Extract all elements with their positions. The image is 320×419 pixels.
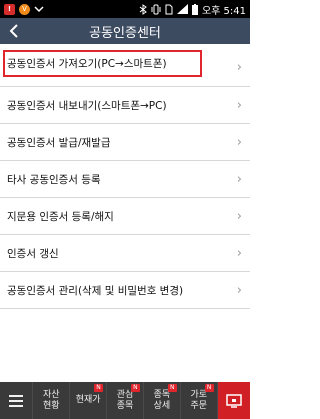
screen-lock-icon (226, 393, 242, 408)
nav-item-assets[interactable]: 자산 현황 (33, 382, 71, 419)
chevron-right-icon: › (236, 245, 242, 261)
nav-item-label: 상세 (153, 400, 171, 411)
nav-item-stock-detail[interactable]: N 종목 상세 (144, 382, 181, 419)
new-badge: N (130, 384, 140, 392)
battery-icon (191, 3, 198, 15)
vibrate-icon (151, 4, 161, 15)
nav-item-landscape-order[interactable]: N 가로 주문 (181, 382, 218, 419)
status-time: 오후 5:41 (201, 5, 246, 17)
menu-item-label: 지문용 인증서 등록/해지 (7, 210, 114, 223)
nav-item-watchlist[interactable]: N 관심 종목 (107, 382, 144, 419)
menu-item-label: 공동인증서 발급/재발급 (7, 136, 111, 149)
menu-item-label: 인증서 갱신 (7, 247, 59, 260)
nav-item-label: 현황 (42, 400, 60, 411)
status-bar: ! V 오후 5:41 (0, 0, 250, 18)
bluetooth-icon (139, 3, 147, 15)
status-right: 오후 5:41 (139, 2, 246, 17)
chevron-left-icon (9, 24, 18, 38)
menu-item-label: 공동인증서 내보내기(스마트폰→PC) (7, 99, 167, 112)
certificate-menu-list: 공동인증서 가져오기(PC→스마트폰) › 공동인증서 내보내기(스마트폰→PC… (0, 48, 250, 309)
menu-item-issue-certificate[interactable]: 공동인증서 발급/재발급 › (0, 124, 250, 161)
menu-item-renew-certificate[interactable]: 인증서 갱신 › (0, 235, 250, 272)
nav-item-label: 자산 (42, 389, 60, 400)
expand-down-icon (34, 4, 44, 14)
bottom-nav: 자산 현황 N 현재가 N 관심 종목 N 종목 상세 N 가로 주문 (0, 382, 250, 419)
status-left: ! V (4, 3, 44, 15)
chevron-right-icon: › (236, 97, 242, 113)
nav-item-label: 주문 (190, 400, 208, 411)
menu-item-register-other-certificate[interactable]: 타사 공동인증서 등록 › (0, 161, 250, 198)
page-title: 공동인증센터 (89, 25, 161, 41)
hamburger-icon (9, 392, 24, 410)
chevron-right-icon: › (236, 134, 242, 150)
menu-row-import-certificate: 공동인증서 가져오기(PC→스마트폰) › (0, 50, 250, 87)
menu-item-import-certificate[interactable]: 공동인증서 가져오기(PC→스마트폰) (3, 50, 202, 77)
nav-item-current-price[interactable]: N 현재가 (70, 382, 108, 419)
nav-menu-button[interactable] (0, 382, 34, 419)
menu-item-manage-certificate[interactable]: 공동인증서 관리(삭제 및 비밀번호 변경) › (0, 272, 250, 309)
menu-item-label: 공동인증서 관리(삭제 및 비밀번호 변경) (7, 284, 184, 297)
chevron-right-icon: › (236, 208, 242, 224)
menu-item-export-certificate[interactable]: 공동인증서 내보내기(스마트폰→PC) › (0, 87, 250, 124)
new-badge: N (94, 384, 104, 392)
new-badge: N (167, 384, 177, 392)
chevron-right-icon: › (236, 171, 242, 187)
menu-item-label: 공동인증서 가져오기(PC→스마트폰) (7, 58, 167, 70)
warning-badge-icon: ! (4, 3, 15, 15)
nav-screen-lock-button[interactable] (217, 382, 250, 419)
nav-item-label: 현재가 (75, 395, 101, 405)
chevron-right-icon: › (236, 60, 242, 75)
back-button[interactable] (2, 18, 26, 44)
menu-item-fingerprint-certificate[interactable]: 지문용 인증서 등록/해지 › (0, 198, 250, 235)
signal-icon (176, 4, 188, 14)
menu-item-label: 타사 공동인증서 등록 (7, 173, 101, 186)
vaccine-badge-icon: V (19, 3, 30, 15)
new-badge: N (204, 384, 214, 392)
sim-icon (165, 4, 173, 15)
nav-item-label: 종목 (116, 400, 134, 411)
chevron-right-icon: › (236, 282, 242, 298)
app-header: 공동인증센터 (0, 18, 250, 44)
